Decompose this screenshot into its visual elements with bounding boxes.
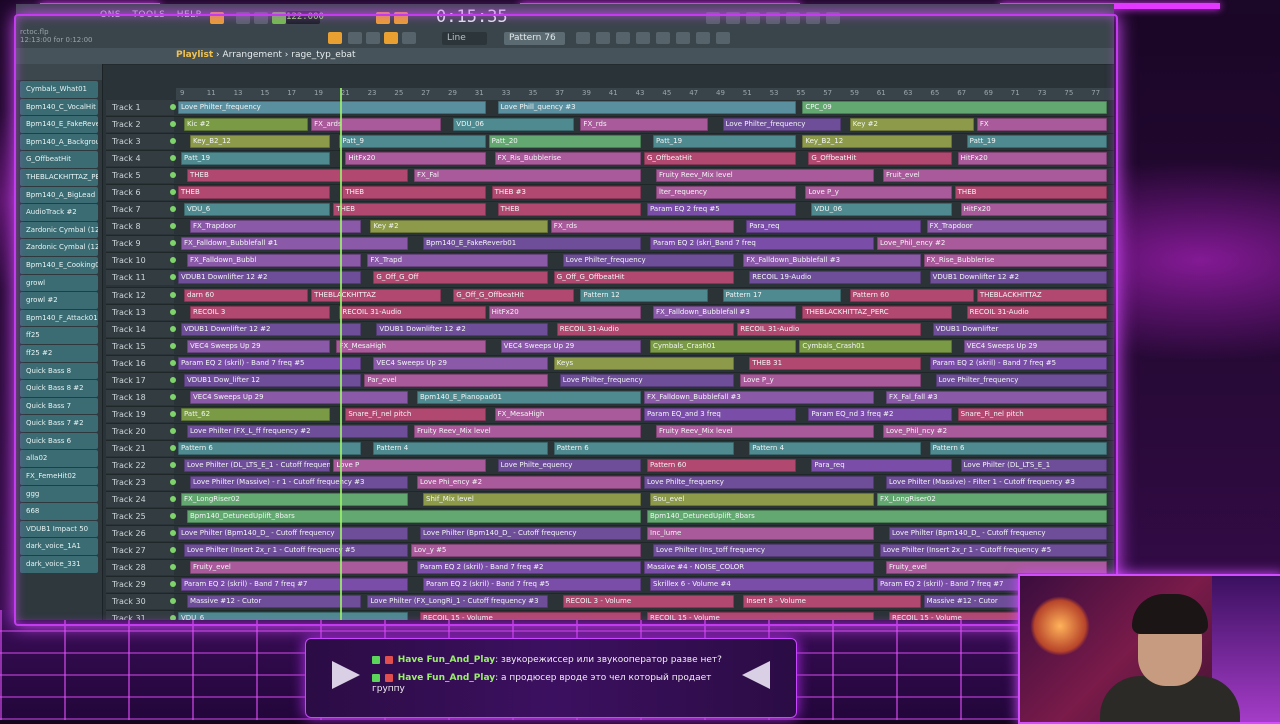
lamp — [1030, 596, 1090, 656]
streamer-hair — [1132, 594, 1208, 634]
badge-icon — [384, 673, 393, 682]
chat-message: Have Fun_And_Play: а продюсер вроде это … — [372, 673, 732, 695]
chat-message: Have Fun_And_Play: звукорежиссер или зву… — [372, 655, 732, 666]
webcam-overlay — [1018, 574, 1280, 724]
chat-username: Have Fun_And_Play — [397, 655, 496, 665]
right-arrow-icon — [742, 661, 770, 689]
chat-overlay: Have Fun_And_Play: звукорежиссер или зву… — [305, 638, 797, 718]
badge-icon — [384, 655, 393, 664]
left-arrow-icon — [332, 661, 360, 689]
badge-icon — [372, 673, 380, 682]
neon-frame — [14, 14, 1118, 626]
chat-text: : звукорежиссер или звукооператор разве … — [495, 655, 722, 665]
chat-username: Have Fun_And_Play — [397, 673, 496, 683]
badge-icon — [372, 655, 380, 664]
